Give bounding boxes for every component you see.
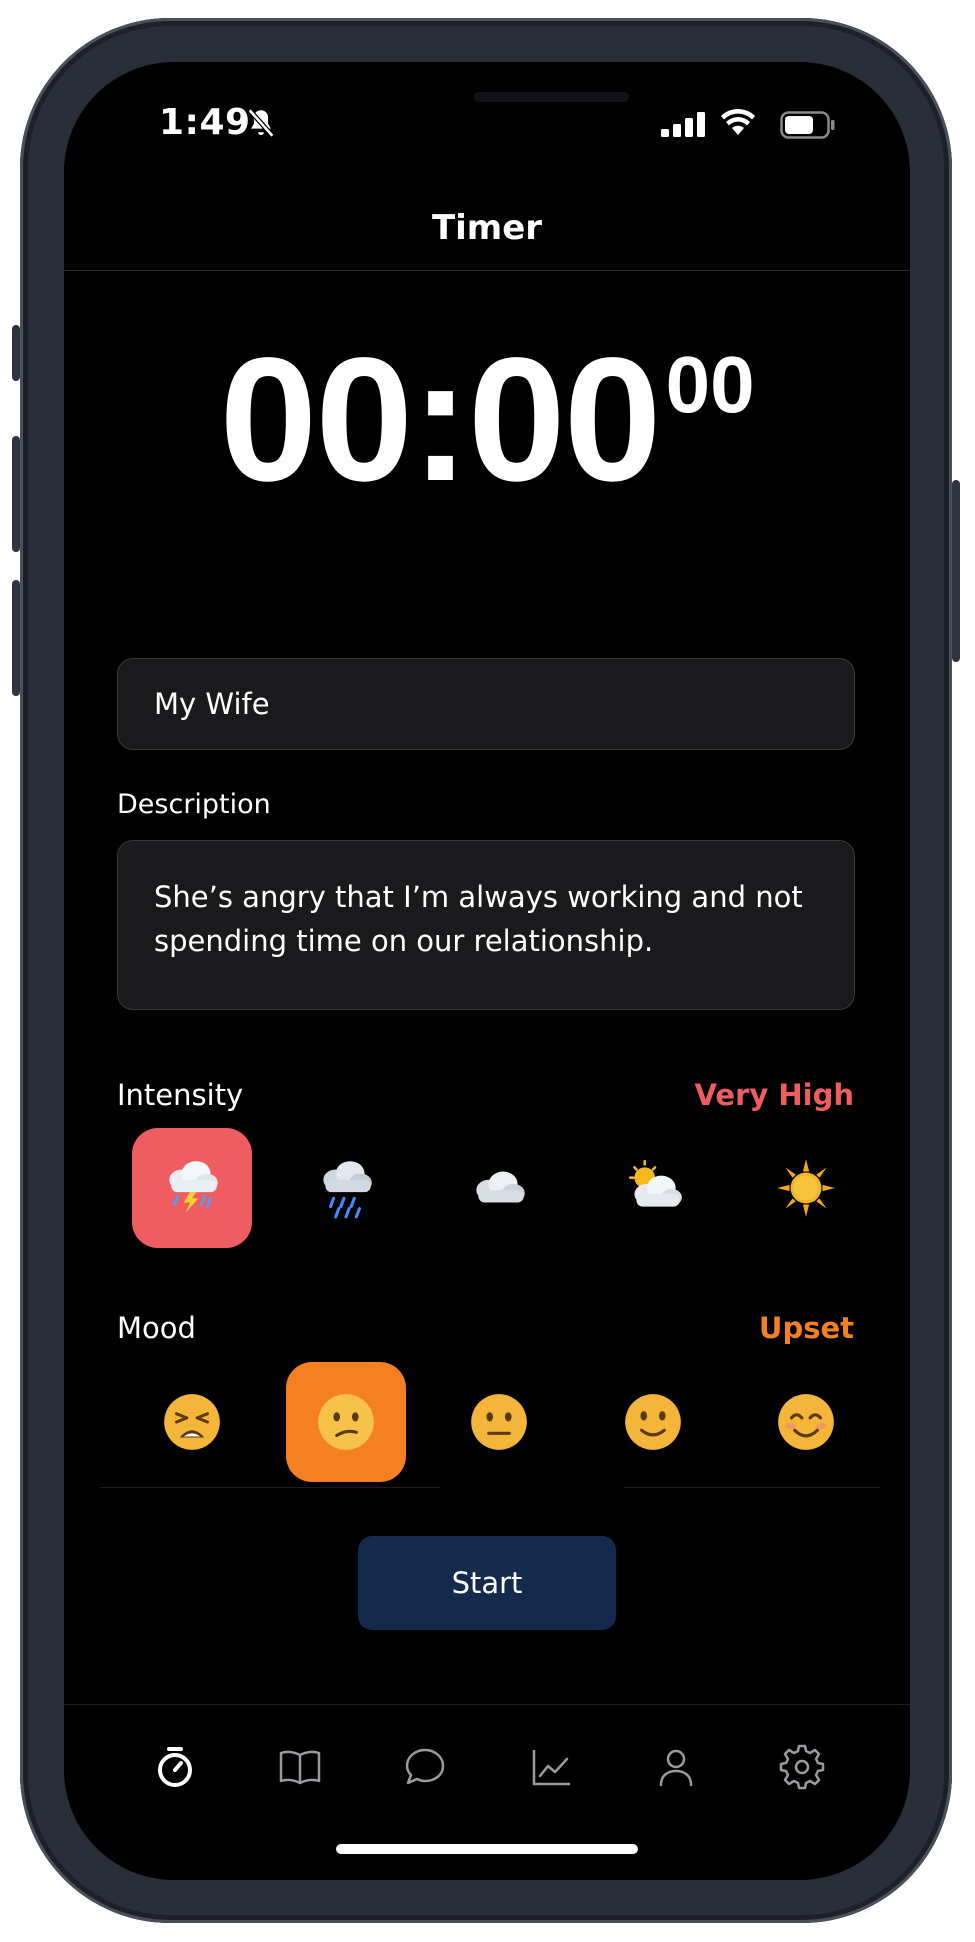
app-screen: 1:49 Timer 00:0000 My Wife Description S…: [64, 62, 910, 1880]
battery-icon: [780, 111, 835, 139]
tired-face-icon: [164, 1394, 220, 1450]
book-icon: [279, 1750, 321, 1785]
mood-value: Upset: [758, 1311, 854, 1345]
tab-chat[interactable]: [401, 1743, 449, 1791]
tab-profile[interactable]: [652, 1743, 700, 1791]
power-button: [952, 480, 960, 662]
sun-behind-cloud-icon: [628, 1159, 682, 1207]
start-button[interactable]: Start: [358, 1536, 616, 1630]
rain-cloud-icon: [322, 1161, 372, 1219]
mood-option-good[interactable]: [593, 1362, 713, 1482]
page-title: Timer: [431, 208, 543, 248]
cellular-signal-icon: [661, 112, 705, 137]
stopwatch-icon: [158, 1747, 192, 1787]
mood-label: Mood: [117, 1311, 196, 1345]
volume-up-button: [12, 436, 20, 552]
chat-bubble-icon: [405, 1748, 445, 1785]
divider-right: [624, 1487, 880, 1488]
description-label: Description: [117, 789, 271, 820]
intensity-value: Very High: [694, 1078, 854, 1112]
bell-slash-icon: [247, 108, 275, 138]
intensity-option-low[interactable]: [593, 1128, 713, 1248]
speaker-grille: [474, 92, 629, 102]
intensity-options: [132, 1128, 866, 1248]
sun-icon: [777, 1159, 835, 1217]
smiling-face-icon: [778, 1394, 834, 1450]
mood-options: [132, 1362, 866, 1482]
status-time: 1:49: [159, 102, 251, 143]
description-input[interactable]: She’s angry that I’m always working and …: [117, 840, 855, 1010]
person-icon: [659, 1749, 693, 1787]
slightly-smiling-face-icon: [624, 1394, 681, 1450]
timer-display: 00:0000: [64, 332, 910, 508]
divider-left: [100, 1487, 440, 1488]
intensity-option-medium[interactable]: [439, 1128, 559, 1248]
confused-face-icon: [317, 1394, 374, 1450]
intensity-option-high[interactable]: [286, 1128, 406, 1248]
intensity-label: Intensity: [117, 1078, 244, 1112]
mood-option-neutral[interactable]: [439, 1362, 559, 1482]
timer-hundredths: 00: [665, 340, 755, 429]
tab-insights[interactable]: [527, 1743, 575, 1791]
tab-timer[interactable]: [151, 1743, 199, 1791]
volume-down-button: [12, 580, 20, 696]
mood-option-upset[interactable]: [285, 1362, 406, 1482]
thunderstorm-icon: [169, 1161, 218, 1213]
intensity-option-very-high[interactable]: [132, 1128, 252, 1248]
mood-option-happy[interactable]: [746, 1362, 866, 1482]
chart-icon: [532, 1750, 570, 1786]
tab-journal[interactable]: [276, 1743, 324, 1791]
intensity-option-very-low[interactable]: [746, 1128, 866, 1248]
timer-minutes-seconds: 00:00: [219, 322, 661, 518]
home-indicator[interactable]: [336, 1844, 638, 1854]
neutral-face-icon: [471, 1394, 527, 1450]
mute-switch: [12, 325, 20, 381]
mood-option-tired[interactable]: [132, 1362, 252, 1482]
tab-settings[interactable]: [778, 1743, 826, 1791]
tab-bar-divider: [64, 1704, 910, 1705]
gear-icon: [779, 1744, 825, 1790]
cloud-icon: [476, 1171, 525, 1203]
header-divider: [64, 270, 910, 271]
title-input[interactable]: My Wife: [117, 658, 855, 750]
wifi-icon: [721, 108, 755, 135]
